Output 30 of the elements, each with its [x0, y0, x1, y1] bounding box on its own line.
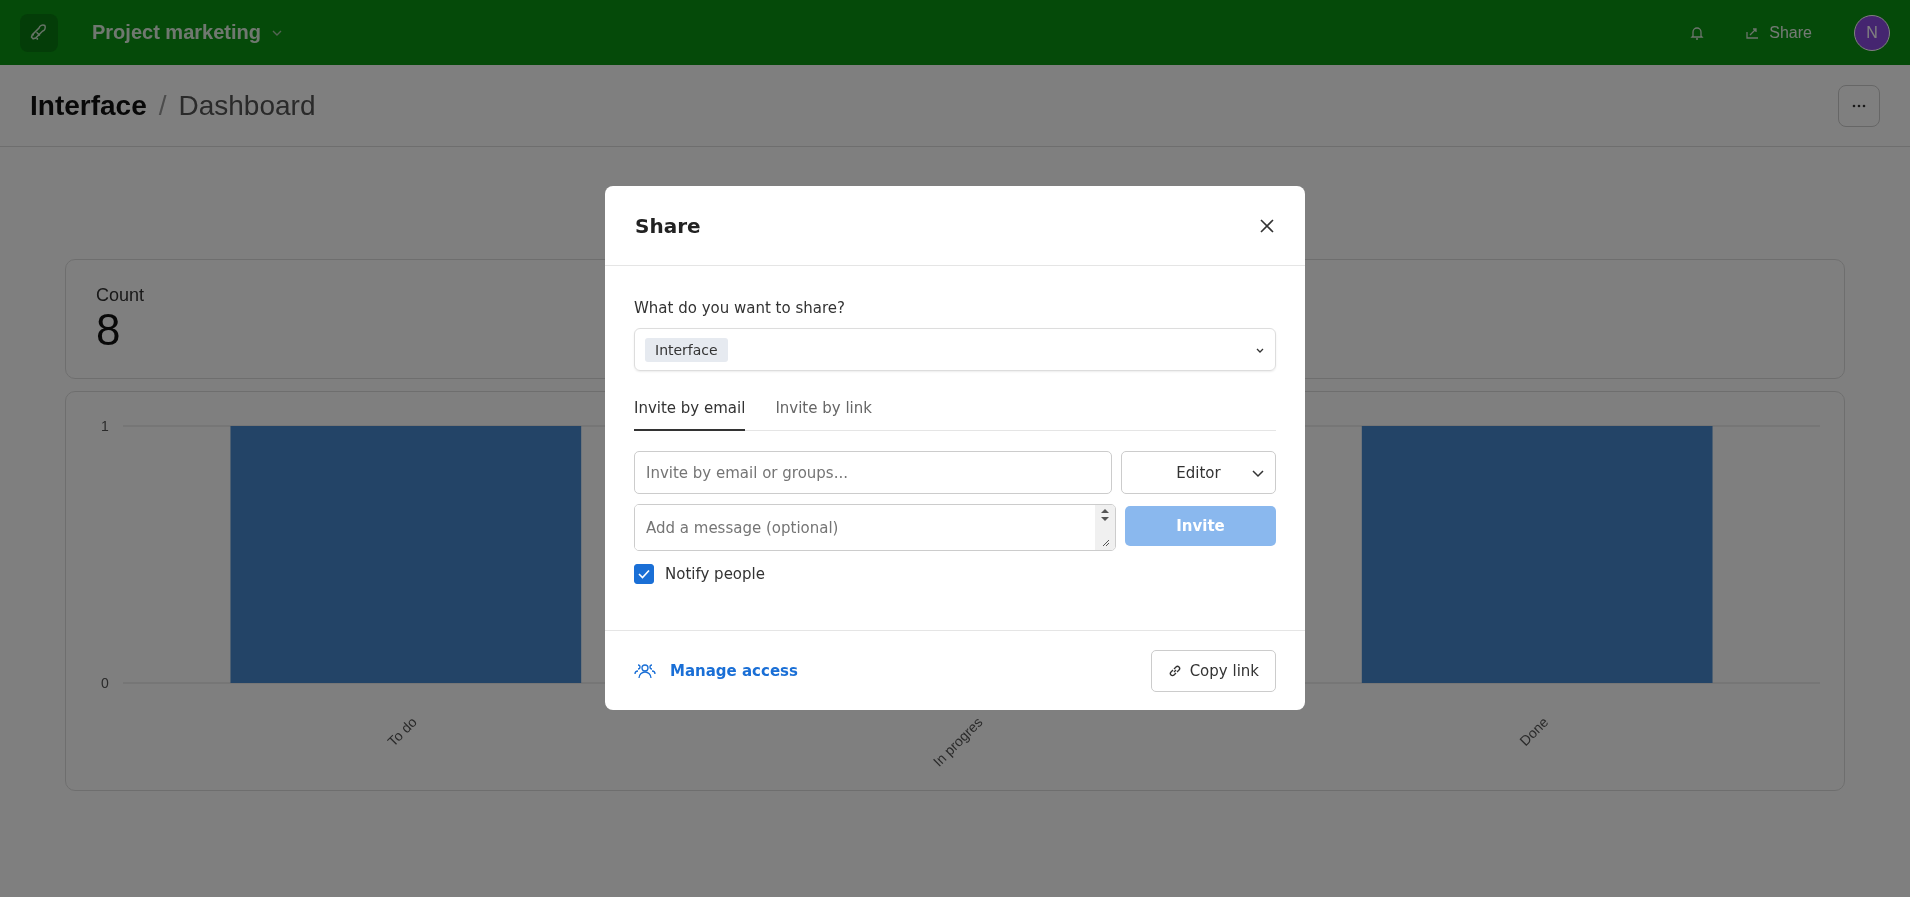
email-input[interactable]: Invite by email or groups... — [634, 451, 1112, 494]
breadcrumb-item[interactable]: Interface — [30, 89, 147, 122]
more-icon — [1852, 103, 1866, 108]
copy-link-button[interactable]: Copy link — [1150, 649, 1276, 692]
link-icon — [1167, 663, 1182, 678]
tab[interactable]: Invite by email — [634, 399, 746, 431]
manage-access-link[interactable]: Manage access — [670, 661, 798, 680]
selected-chip: Interface — [645, 337, 728, 362]
y-axis-label: 0 — [101, 675, 109, 691]
checkmark-icon — [637, 567, 651, 581]
y-axis-label: 1 — [101, 418, 109, 434]
share-target-select[interactable]: Interface — [634, 328, 1276, 371]
rocket-icon[interactable] — [20, 13, 58, 52]
dialog-title: Share — [635, 213, 701, 238]
people-icon — [634, 661, 656, 680]
resize-handle-icon[interactable] — [1100, 537, 1110, 547]
count-label: Count — [96, 285, 145, 306]
breadcrumb-item: Dashboard — [178, 89, 316, 122]
share-question: What do you want to share? — [634, 299, 846, 317]
tab[interactable]: Invite by link — [775, 399, 872, 431]
notify-label: Notify people — [665, 565, 765, 583]
user-avatar[interactable]: N — [1854, 14, 1890, 51]
count-value: 8 — [96, 306, 121, 355]
notify-checkbox[interactable] — [634, 564, 654, 584]
spinner-arrows-icon[interactable] — [1099, 508, 1111, 522]
message-textarea[interactable]: Add a message (optional) — [634, 504, 1116, 551]
role-select[interactable]: Editor — [1121, 451, 1276, 494]
breadcrumb-separator: / — [158, 89, 167, 122]
close-icon[interactable] — [1259, 217, 1275, 234]
x-axis-label: To do — [384, 713, 420, 750]
